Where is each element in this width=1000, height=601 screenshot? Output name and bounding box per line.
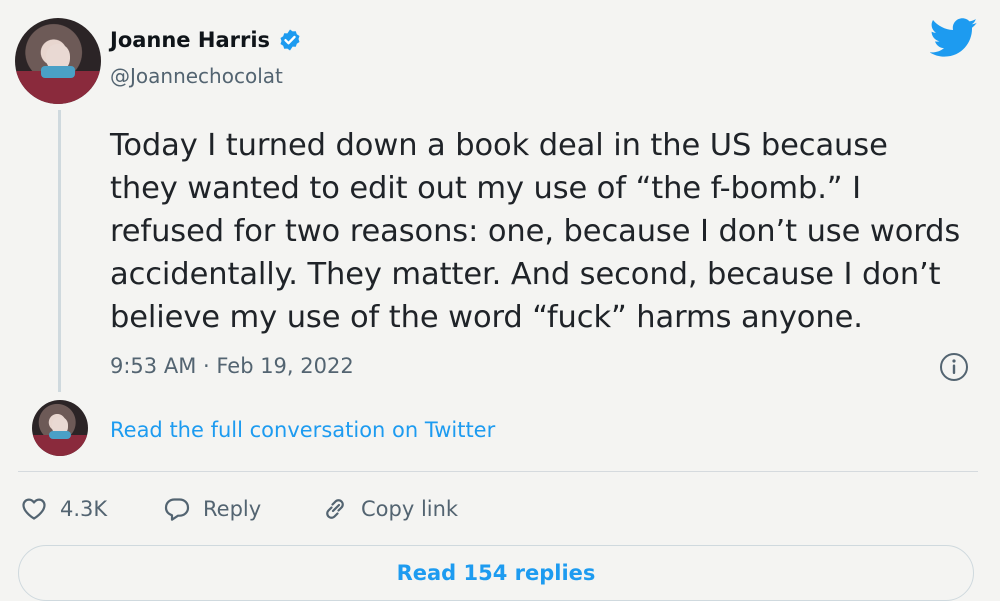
info-icon[interactable]	[939, 352, 969, 382]
divider	[18, 471, 978, 472]
tweet-timestamp[interactable]: 9:53 AM · Feb 19, 2022	[110, 354, 354, 378]
tweet-line: they wanted to edit out my use of “the f…	[110, 171, 861, 206]
tweet-text: Today I turned down a book deal in the U…	[110, 124, 990, 339]
avatar-scarf	[48, 431, 72, 440]
tweet-line: believe my use of the word “fuck” harms …	[110, 300, 863, 335]
twitter-bird-icon[interactable]	[930, 18, 978, 58]
read-replies-button[interactable]: Read 154 replies	[18, 545, 974, 601]
thread-line	[58, 110, 61, 392]
reply-bubble-icon	[164, 498, 190, 521]
tweet-line: refused for two reasons: one, because I …	[110, 214, 961, 249]
reply-button[interactable]: Reply	[163, 495, 261, 523]
copy-link-button[interactable]: Copy link	[321, 495, 458, 523]
like-button[interactable]: 4.3K	[20, 495, 107, 523]
link-icon	[326, 499, 344, 519]
reply-label: Reply	[203, 497, 262, 521]
author-handle[interactable]: @Joannechocolat	[110, 64, 283, 88]
author-name-row[interactable]: Joanne Harris	[110, 28, 302, 52]
like-count: 4.3K	[60, 497, 108, 521]
heart-icon	[22, 498, 46, 520]
author-name[interactable]: Joanne Harris	[110, 28, 270, 52]
avatar-scarf	[40, 66, 76, 79]
tweet-line: Today I turned down a book deal in the U…	[110, 128, 888, 163]
read-conversation-link[interactable]: Read the full conversation on Twitter	[110, 418, 495, 442]
verified-badge-icon	[280, 29, 300, 51]
tweet-line: accidentally. They matter. And second, b…	[110, 257, 941, 292]
copy-link-label: Copy link	[361, 497, 459, 521]
author-avatar[interactable]	[15, 18, 101, 104]
conversation-avatar[interactable]	[32, 400, 88, 456]
